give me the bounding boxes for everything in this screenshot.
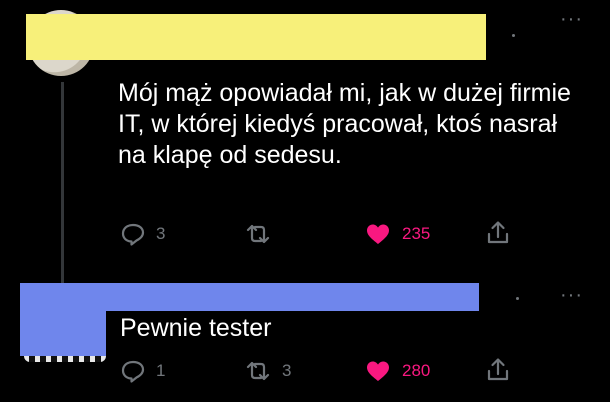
retweet-button[interactable]: 3 (244, 359, 291, 383)
like-button[interactable]: 280 (364, 359, 430, 383)
thread-line (61, 82, 64, 290)
share-icon (484, 357, 512, 383)
like-button[interactable]: 235 (364, 222, 430, 246)
retweet-icon (244, 222, 272, 246)
more-icon[interactable]: ··· (560, 9, 583, 29)
reply-count: 3 (156, 224, 166, 243)
like-count: 235 (402, 224, 431, 243)
separator-dot (516, 297, 519, 300)
more-icon[interactable]: ··· (560, 285, 583, 305)
like-count: 280 (402, 361, 431, 380)
reply-button[interactable]: 1 (120, 359, 165, 383)
heart-icon (364, 222, 392, 246)
retweet-count: 3 (282, 361, 292, 380)
reply-count: 1 (156, 361, 166, 380)
heart-icon (364, 359, 392, 383)
share-button[interactable] (484, 220, 512, 246)
separator-dot (512, 34, 515, 37)
tweet-text: Pewnie tester (120, 314, 272, 342)
reply-button[interactable]: 3 (120, 222, 165, 246)
share-button[interactable] (484, 357, 512, 383)
redacted-avatar (20, 283, 106, 356)
tweet-text: Mój mąż opowiadał mi, jak w dużej firmie… (118, 79, 571, 169)
retweet-button[interactable] (244, 222, 282, 246)
retweet-icon (244, 359, 272, 383)
reply-icon (120, 359, 146, 383)
redacted-user-header (26, 14, 486, 60)
share-icon (484, 220, 512, 246)
reply-icon (120, 222, 146, 246)
